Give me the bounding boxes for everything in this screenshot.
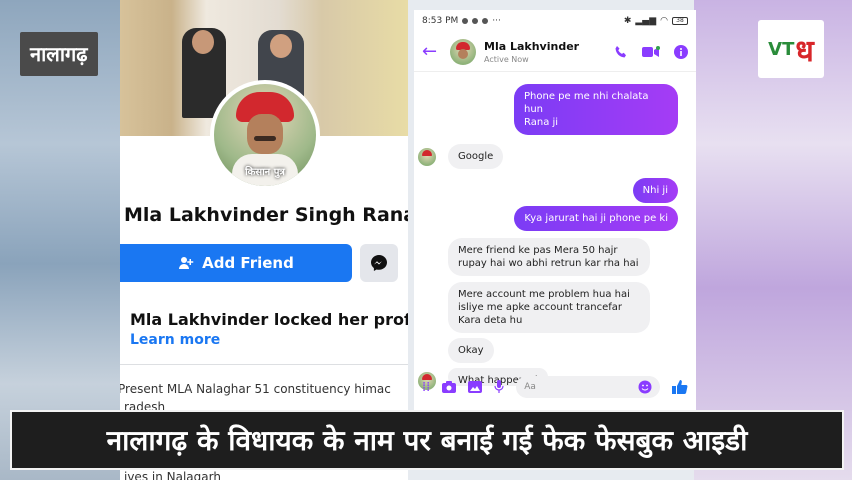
add-friend-label: Add Friend — [202, 254, 294, 272]
message-received[interactable]: Google — [448, 144, 504, 169]
profile-picture[interactable]: किसान पुत्र — [210, 80, 320, 190]
back-arrow-icon[interactable]: ← — [422, 41, 442, 62]
lives-in-text: ives in Nalagarh — [124, 470, 221, 480]
profile-name: Mla Lakhvinder Singh Rana — [124, 204, 408, 226]
emoji-icon[interactable] — [638, 380, 652, 394]
add-friend-button[interactable]: Add Friend — [120, 244, 352, 282]
bluetooth-icon: ✱ — [623, 16, 632, 26]
learn-more-link[interactable]: Learn more — [130, 332, 220, 348]
message-received[interactable]: Mere friend ke pas Mera 50 hajr rupay ha… — [448, 238, 650, 276]
microphone-icon[interactable] — [494, 380, 504, 394]
message-received[interactable]: Mere account me problem hua hai isliye m… — [448, 282, 650, 333]
messenger-icon — [371, 255, 387, 271]
locked-profile-title: Mla Lakhvinder locked her profi — [130, 310, 408, 329]
profile-avatar: किसान पुत्र — [214, 84, 316, 186]
logo-glyph: ध — [795, 33, 814, 69]
status-time: 8:53 PM — [422, 16, 459, 26]
divider — [120, 364, 408, 365]
chat-header: ← Mla Lakhvinder Active Now — [414, 32, 696, 72]
status-bar: 8:53 PM ··· ✱ ▂▄▆ ◠ 38 — [414, 10, 696, 32]
contact-name[interactable]: Mla Lakhvinder — [484, 40, 614, 53]
messenger-chat-panel: 8:53 PM ··· ✱ ▂▄▆ ◠ 38 ← Mla Lakhvinder … — [414, 10, 696, 470]
message-sent[interactable]: Kya jarurat hai ji phone pe ki — [514, 206, 678, 231]
message-received[interactable]: Okay — [448, 338, 494, 363]
contact-status: Active Now — [484, 54, 529, 64]
gallery-icon[interactable] — [468, 381, 483, 393]
apps-grid-icon[interactable]: ⁞⁞ — [422, 380, 430, 395]
avatar-face — [247, 114, 283, 154]
cover-person-2-head — [270, 34, 292, 58]
message-sent[interactable]: Nhi ji — [632, 178, 678, 203]
message-sent[interactable]: Phone pe me nhi chalata hun Rana ji — [514, 84, 678, 135]
notification-icon — [482, 18, 489, 24]
avatar-mustache — [254, 136, 276, 141]
notification-icon — [472, 18, 479, 24]
avatar-caption: किसान पुत्र — [245, 167, 285, 178]
battery-icon: 38 — [672, 17, 688, 25]
contact-avatar-small — [418, 148, 436, 166]
message-button[interactable] — [360, 244, 398, 282]
signal-icon: ▂▄▆ — [635, 16, 657, 26]
logo-letter-v: V — [768, 38, 783, 60]
channel-logo: V T ध — [758, 20, 824, 78]
message-input-placeholder: Aa — [524, 382, 536, 392]
location-tag: नालागढ़ — [20, 32, 98, 76]
info-icon[interactable] — [674, 44, 688, 59]
phone-call-icon[interactable] — [614, 45, 628, 59]
camera-icon[interactable] — [442, 381, 457, 393]
composer-bar: ⁞⁞ Aa — [414, 372, 696, 402]
contact-avatar[interactable] — [450, 38, 476, 65]
wifi-icon: ◠ — [660, 16, 668, 26]
facebook-profile-panel: किसान पुत्र Mla Lakhvinder Singh Rana Ad… — [120, 0, 408, 480]
news-caption-banner: नालागढ़ के विधायक के नाम पर बनाई गई फेक … — [10, 410, 844, 470]
cover-person-1-head — [192, 30, 214, 54]
message-input[interactable]: Aa — [516, 376, 660, 398]
more-notifications-icon: ··· — [492, 16, 501, 26]
bio-text: Present MLA Nalaghar 51 constituency him… — [120, 382, 391, 396]
logo-letter-t: T — [782, 38, 795, 60]
video-call-icon[interactable] — [642, 45, 660, 58]
thumbs-up-icon[interactable] — [672, 379, 688, 395]
notification-icon — [462, 18, 469, 24]
add-user-icon — [179, 257, 194, 269]
